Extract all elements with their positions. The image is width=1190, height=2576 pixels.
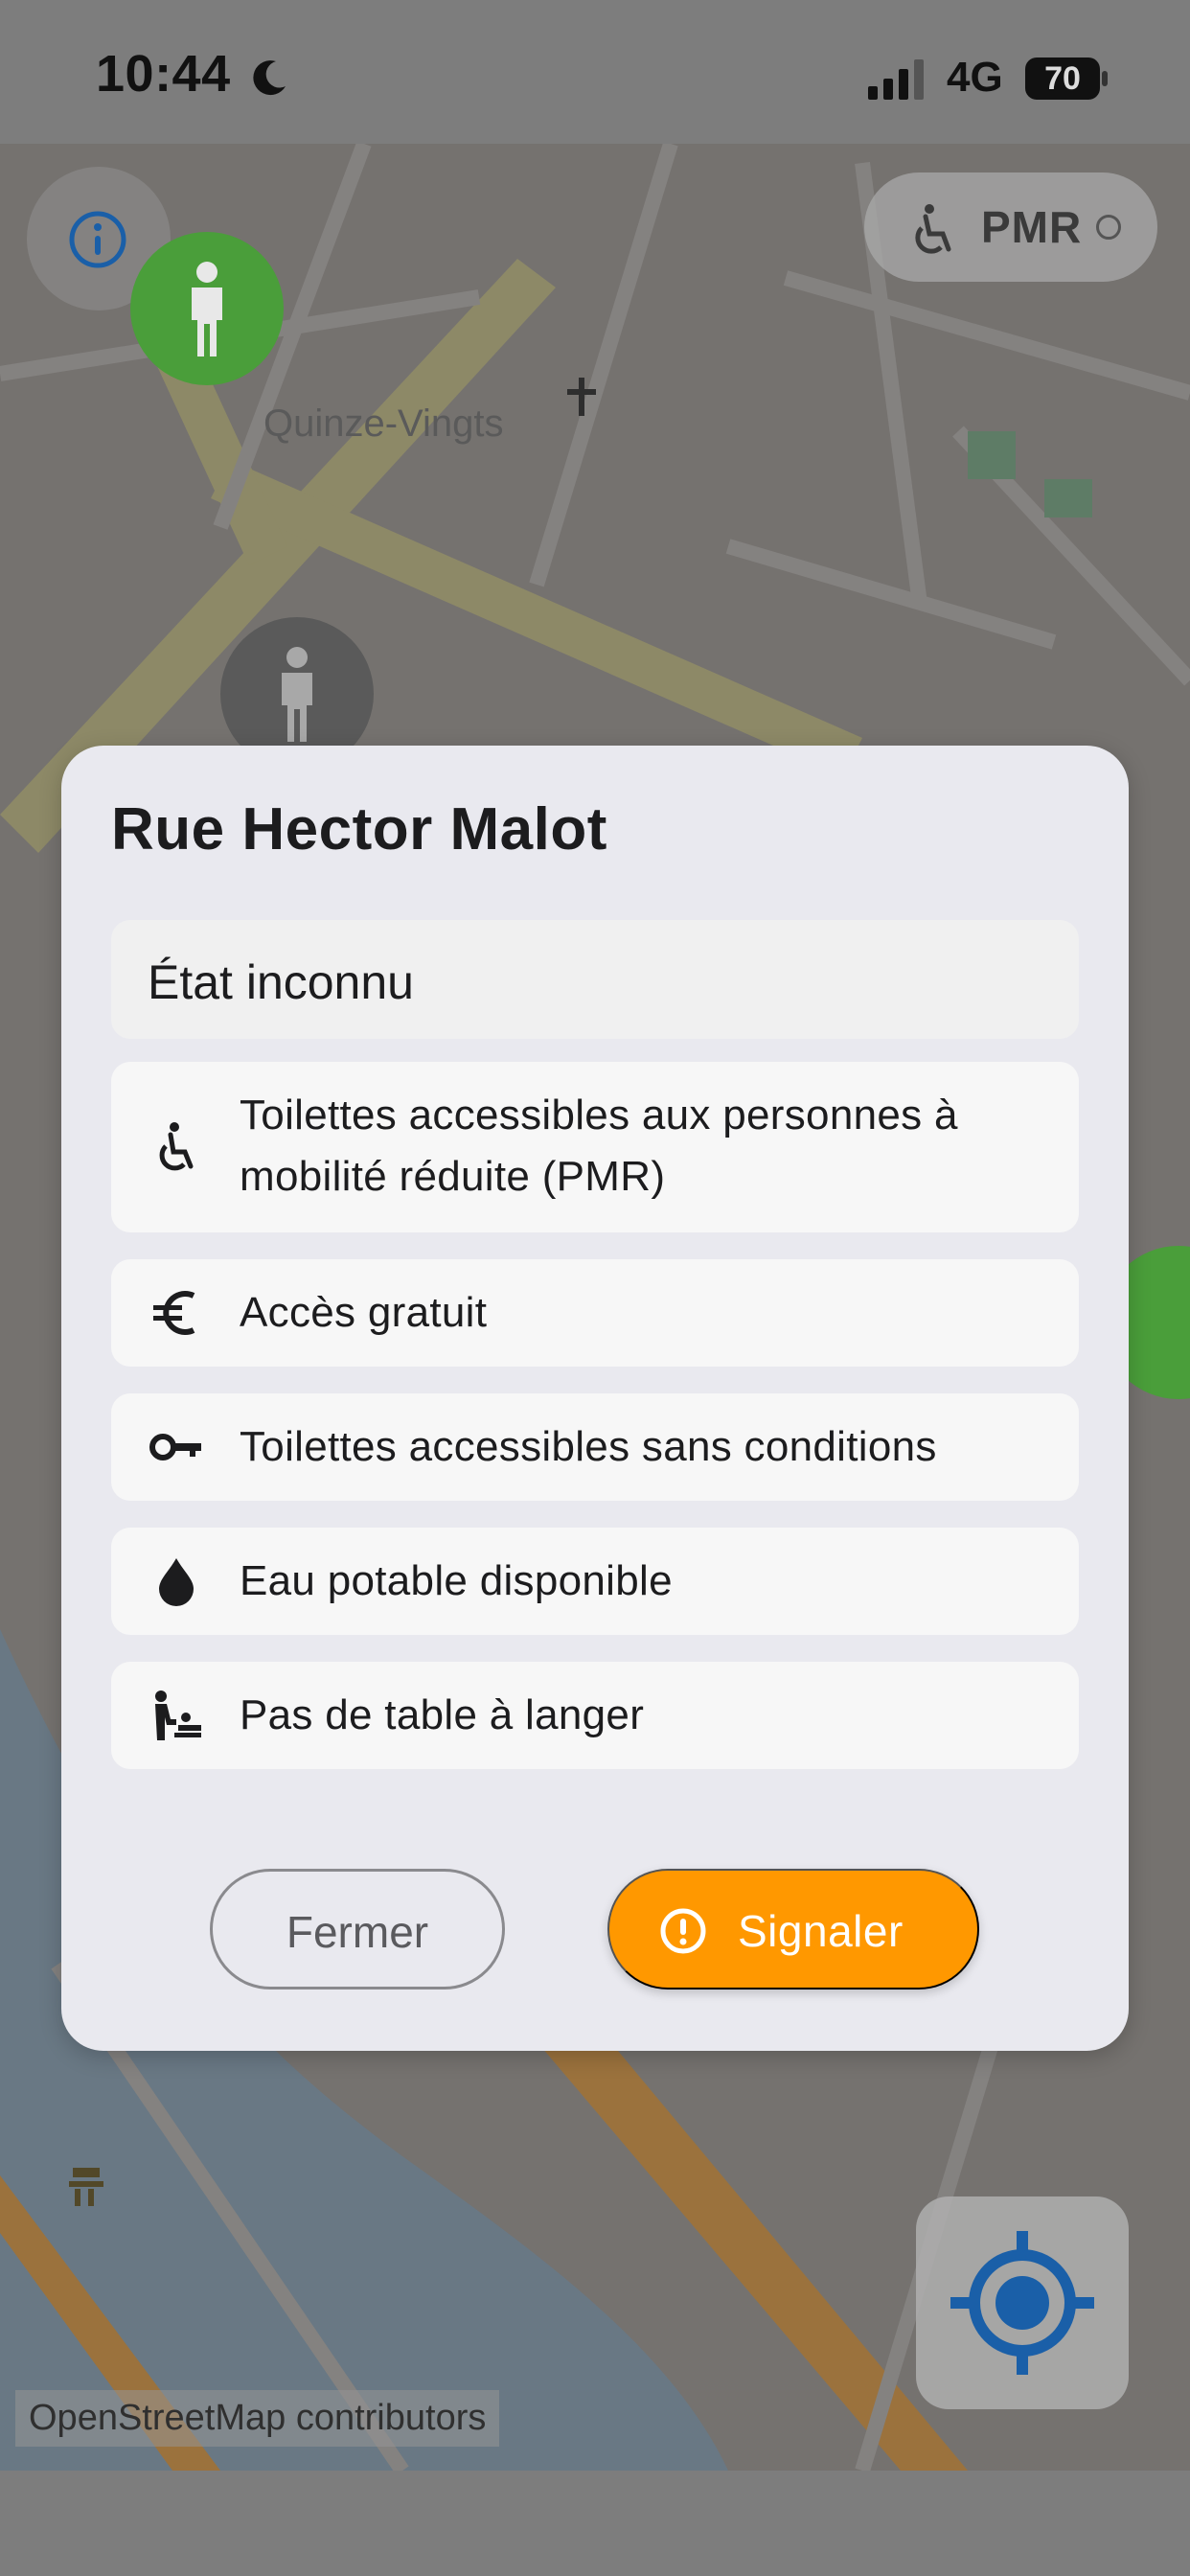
person-icon <box>192 262 222 356</box>
locate-me-button[interactable] <box>916 2196 1129 2409</box>
info-icon <box>69 211 126 268</box>
key-icon <box>149 1434 201 1460</box>
pmr-filter-toggle[interactable]: PMR <box>864 172 1157 282</box>
pmr-filter-label: PMR <box>981 202 1083 252</box>
dialog-title: Rue Hector Malot <box>111 796 607 862</box>
feature-water: Eau potable disponible <box>111 1528 1079 1635</box>
feature-label: Toilettes accessibles sans conditions <box>240 1423 937 1470</box>
wheelchair-icon <box>915 204 951 254</box>
close-button-label: Fermer <box>286 1907 429 1957</box>
feature-label: Eau potable disponible <box>240 1557 673 1604</box>
feature-label: Pas de table à langer <box>240 1691 645 1738</box>
toilet-details-dialog: Rue Hector Malot État inconnu Toilettes … <box>61 746 1129 2051</box>
feature-baby-changing: Pas de table à langer <box>111 1662 1079 1769</box>
water-drop-icon <box>159 1558 194 1606</box>
feature-pmr: Toilettes accessibles aux personnes à mo… <box>111 1062 1079 1232</box>
alert-circle-icon <box>660 1908 706 1954</box>
status-bar: 10:44 4G 70 <box>0 0 1190 144</box>
status-badge: État inconnu <box>111 920 1079 1039</box>
battery-level: 70 <box>1044 60 1081 97</box>
person-icon <box>282 647 312 742</box>
baby-changing-icon <box>155 1690 201 1740</box>
bottom-bar <box>0 2471 1190 2576</box>
map-attribution[interactable]: OpenStreetMap contributors <box>15 2390 500 2447</box>
network-label: 4G <box>947 54 1003 101</box>
euro-icon <box>153 1291 195 1335</box>
status-text: État inconnu <box>148 955 414 1009</box>
toggle-indicator <box>1096 215 1121 240</box>
feature-label: Accès gratuit <box>240 1289 488 1336</box>
wheelchair-icon <box>159 1122 194 1171</box>
signal-icon <box>868 59 924 100</box>
feature-free: Accès gratuit <box>111 1259 1079 1367</box>
status-time: 10:44 <box>96 45 231 103</box>
feature-list: Toilettes accessibles aux personnes à mo… <box>111 1062 1079 1796</box>
moon-icon <box>253 60 286 96</box>
report-button-label: Signaler <box>738 1906 904 1956</box>
close-button[interactable]: Fermer <box>210 1869 505 1990</box>
report-button[interactable]: Signaler <box>607 1869 979 1990</box>
toilet-marker[interactable] <box>130 232 284 385</box>
feature-label: Toilettes accessibles aux personnes à mo… <box>240 1092 958 1200</box>
crosshair-icon <box>950 2231 1094 2375</box>
map-place-label: Quinze-Vingts <box>263 402 504 445</box>
feature-unconditional: Toilettes accessibles sans conditions <box>111 1393 1079 1501</box>
